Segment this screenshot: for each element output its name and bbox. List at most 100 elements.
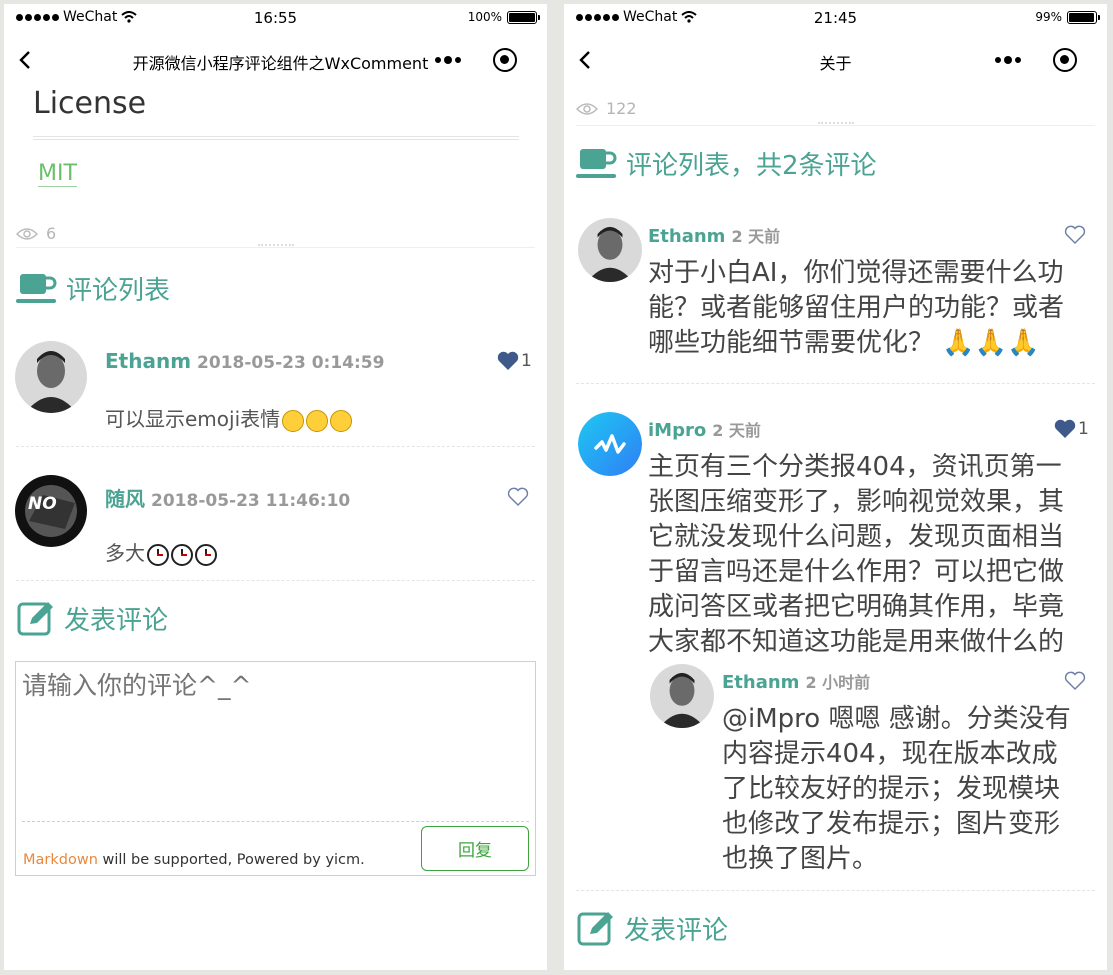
comment-line: 大家都不知道这功能是用来做什么的 xyxy=(648,627,1065,657)
comment-line: 也修改了发布提示；图片变形 xyxy=(722,809,1061,839)
comment-meta: Ethanm 2018-05-23 0:14:59 xyxy=(105,349,384,373)
comment-time: 2018-05-23 0:14:59 xyxy=(197,353,385,373)
view-count-value: 6 xyxy=(46,224,57,243)
comment-line: 张图压缩变形了，影响视觉效果，其 xyxy=(648,487,1065,517)
nav-bar: 关于 xyxy=(564,38,1107,82)
comment-line: 主页有三个分类报404，资讯页第一 xyxy=(648,452,1062,482)
comment-line: 能？或者能够留住用户的功能？或者 xyxy=(648,293,1065,323)
comment-separator xyxy=(576,383,1095,384)
comment-author[interactable]: Ethanm xyxy=(105,349,191,373)
page-title: 关于 xyxy=(819,54,852,73)
like-count: 1 xyxy=(521,351,532,371)
left-screen: WeChat 16:55 100% 开源微信小程序评论组件之WxComment … xyxy=(4,4,547,970)
clock-emoji-icon xyxy=(171,543,193,566)
markdown-link[interactable]: Markdown xyxy=(23,852,98,868)
battery-percent: 99% xyxy=(1035,10,1062,24)
comment-line: 了比较友好的提示；发现模块 xyxy=(722,774,1061,804)
view-count-value: 122 xyxy=(606,99,637,118)
markdown-note: Markdown will be supported, Powered by y… xyxy=(23,852,365,868)
page-title: 开源微信小程序评论组件之WxComment xyxy=(132,54,429,73)
more-icon[interactable] xyxy=(435,56,461,64)
comment-author[interactable]: iMpro xyxy=(648,420,706,441)
compose-heading: 发表评论 xyxy=(16,598,168,638)
compose-box: Markdown will be supported, Powered by y… xyxy=(15,661,536,876)
avatar[interactable] xyxy=(15,341,87,413)
like-button[interactable] xyxy=(507,487,529,507)
like-count: 1 xyxy=(1078,419,1089,439)
section-heading: License xyxy=(33,86,147,121)
comment-body: 主页有三个分类报404，资讯页第一 张图压缩变形了，影响视觉效果，其 它就没发现… xyxy=(648,450,1064,660)
clock-emoji-icon xyxy=(195,543,217,566)
comments-title: 评论列表，共2条评论 xyxy=(626,151,877,181)
close-miniprogram-icon[interactable] xyxy=(1053,48,1077,72)
compose-title: 发表评论 xyxy=(624,915,729,946)
heart-outline-icon xyxy=(1064,225,1086,244)
avatar[interactable] xyxy=(578,218,642,282)
avatar[interactable] xyxy=(650,664,714,728)
more-icon[interactable] xyxy=(995,56,1021,64)
view-count: 122 xyxy=(576,99,637,118)
like-button[interactable] xyxy=(1064,671,1086,691)
emoji-icon xyxy=(330,409,353,432)
divider-marker xyxy=(258,244,294,246)
comment-time: 2 小时前 xyxy=(805,673,871,692)
like-button[interactable]: 1 xyxy=(497,351,532,371)
heart-outline-icon xyxy=(507,487,529,506)
comment-line: 它就没发现什么问题，发现页面相当 xyxy=(648,522,1065,552)
battery-percent: 100% xyxy=(467,10,502,24)
avatar[interactable] xyxy=(578,412,642,476)
comment-meta: iMpro 2 天前 xyxy=(648,417,761,441)
eye-icon xyxy=(16,227,38,240)
comment-meta: 随风 2018-05-23 11:46:10 xyxy=(105,483,350,512)
status-bar: WeChat 21:45 99% xyxy=(564,4,1107,34)
license-link[interactable]: MIT xyxy=(38,161,77,187)
status-bar: WeChat 16:55 100% xyxy=(4,4,547,34)
comment-line: 于留言吗还是什么作用？可以把它做 xyxy=(648,557,1065,587)
nav-bar: 开源微信小程序评论组件之WxComment xyxy=(4,38,547,82)
comment-author[interactable]: 随风 xyxy=(105,487,145,511)
comment-separator xyxy=(16,580,535,581)
coffee-cup-icon xyxy=(16,273,57,303)
coffee-cup-icon xyxy=(576,148,617,178)
comment-line: 哪些功能细节需要优化？ xyxy=(648,328,935,358)
comment-line: 对于小白AI，你们觉得还需要什么功 xyxy=(648,258,1064,288)
comment-author[interactable]: Ethanm xyxy=(648,226,725,247)
svg-text:NO: NO xyxy=(28,494,57,514)
clock: 21:45 xyxy=(813,9,858,27)
comment-time: 2018-05-23 11:46:10 xyxy=(151,491,351,511)
battery-icon xyxy=(507,10,540,24)
compose-heading: 发表评论 xyxy=(576,908,728,948)
close-miniprogram-icon[interactable] xyxy=(493,48,517,72)
comment-text: 多大 xyxy=(105,541,145,565)
markdown-note-text: will be supported, Powered by yicm. xyxy=(97,852,365,868)
comment-line: 内容提示404，现在版本改成 xyxy=(722,739,1058,769)
comment-body: 对于小白AI，你们觉得还需要什么功 能？或者能够留住用户的功能？或者 哪些功能细… xyxy=(648,256,1064,361)
comment-line: 也换了图片。 xyxy=(722,844,879,874)
like-button[interactable]: 1 xyxy=(1054,419,1089,439)
comments-heading: 评论列表 xyxy=(16,270,170,307)
comment-input[interactable] xyxy=(22,666,527,816)
back-icon[interactable] xyxy=(16,50,36,70)
clock: 16:55 xyxy=(253,9,298,27)
comment-body: 多大 xyxy=(105,537,217,566)
emoji-icon xyxy=(306,409,329,432)
comment-time: 2 天前 xyxy=(712,421,761,440)
edit-icon xyxy=(17,602,53,636)
divider xyxy=(576,125,1095,126)
eye-icon xyxy=(576,102,598,115)
right-screen: WeChat 21:45 99% 关于 122 评论列表，共2条评论 Ethan… xyxy=(564,4,1107,970)
like-button[interactable] xyxy=(1064,225,1086,245)
divider-marker xyxy=(818,122,854,124)
comments-title: 评论列表 xyxy=(66,276,171,306)
comment-body: 可以显示emoji表情 xyxy=(105,403,353,432)
heart-filled-icon xyxy=(497,351,519,370)
comment-author[interactable]: Ethanm xyxy=(722,672,799,693)
pray-emoji-icon: 🙏🙏🙏 xyxy=(942,328,1040,358)
comment-line: @iMpro 嗯嗯 感谢。分类没有 xyxy=(722,704,1071,734)
avatar[interactable]: NO xyxy=(15,475,87,547)
heading-rule xyxy=(33,136,519,140)
compose-title: 发表评论 xyxy=(64,605,169,636)
reply-body: @iMpro 嗯嗯 感谢。分类没有 内容提示404，现在版本改成 了比较友好的提… xyxy=(722,702,1071,877)
reply-button[interactable]: 回复 xyxy=(421,826,529,871)
back-icon[interactable] xyxy=(576,50,596,70)
